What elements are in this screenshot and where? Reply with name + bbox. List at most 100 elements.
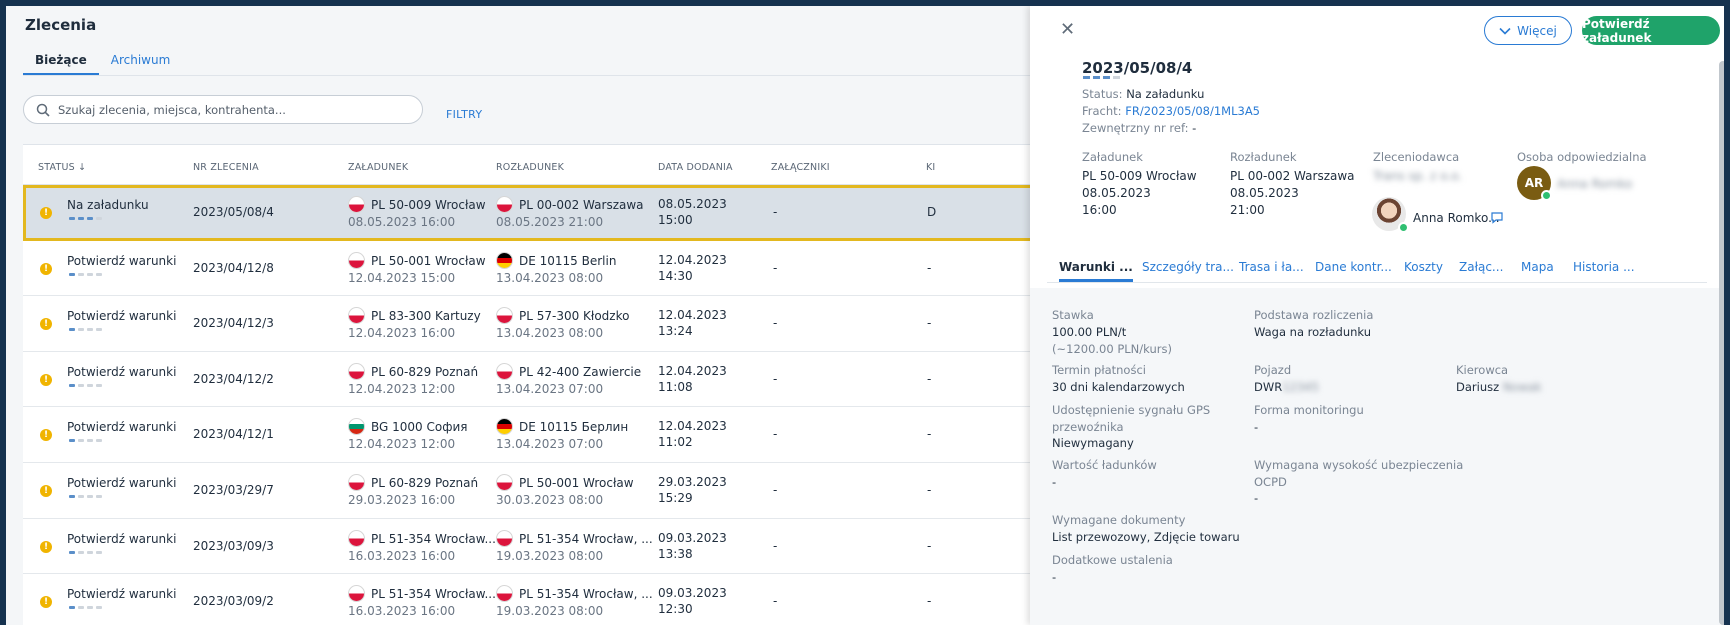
unloading-date: 13.04.2023 08:00 [496,270,604,285]
header-date-added[interactable]: DATA DODANIA [658,162,733,173]
order-number[interactable]: 2023/04/12/3 [193,316,274,330]
tab-contractor-data[interactable]: Dane kontr... [1315,260,1392,274]
payment-value: 30 dni kalendarzowych [1052,380,1185,394]
loading-place: PL 51-354 Wrocław... [348,529,496,547]
freight-link[interactable]: FR/2023/05/08/1ML3A5 [1125,104,1260,118]
attachments: - [773,260,778,275]
search-icon [36,103,50,117]
search-input[interactable] [58,102,398,117]
table-row[interactable]: ! Potwierdź warunki 2023/03/09/3 PL 51-3… [23,518,1036,575]
payment-label: Termin płatności [1052,363,1146,377]
table-row[interactable]: ! Potwierdź warunki 2023/04/12/3 PL 83-3… [23,296,1036,352]
loading-date: 12.04.2023 12:00 [348,381,456,396]
chat-icon[interactable] [1490,211,1504,224]
flag-icon [496,251,513,269]
tab-current[interactable]: Bieżące [23,48,99,76]
header-order-no[interactable]: NR ZLECENIA [193,162,259,173]
extra-column: - [927,594,932,609]
tab-history[interactable]: Historia ... [1573,260,1635,274]
flag-icon [496,473,513,491]
order-number[interactable]: 2023/04/12/8 [193,261,274,275]
owner-name: Anna Romko [1557,177,1633,191]
confirm-loading-button[interactable]: Potwierdź załadunek [1582,16,1720,45]
date-added: 12.04.2023 [658,419,727,434]
unloading-place: PL 42-400 Zawiercie [496,362,641,380]
order-status-value: Na załadunku [1126,87,1205,101]
table-row[interactable]: ! Potwierdź warunki 2023/04/12/8 PL 50-0… [23,240,1036,297]
table-row[interactable]: ! Potwierdź warunki 2023/03/29/7 PL 60-8… [23,462,1036,519]
client-label: Zleceniodawca [1373,150,1460,164]
tab-archive[interactable]: Archiwum [99,48,183,76]
warning-icon: ! [40,318,52,331]
status-progress [69,550,102,554]
client-value: Trans sp. z o.o. [1373,169,1463,183]
header-extra[interactable]: KI [926,162,935,173]
additional-value: - [1052,570,1057,584]
header-loading[interactable]: ZAŁADUNEK [348,162,408,173]
table-row[interactable]: ! Potwierdź warunki 2023/04/12/1 BG 1000… [23,407,1036,463]
order-external-ref: Zewnętrzny nr ref: - [1082,121,1197,135]
filters-button[interactable]: FILTRY [446,108,482,121]
status-progress [69,383,102,387]
rate-label: Stawka [1052,308,1094,322]
tab-attachments[interactable]: Załąc... [1459,260,1503,274]
order-number[interactable]: 2023/03/09/2 [193,594,274,608]
table-row[interactable]: ! Potwierdź warunki 2023/04/12/2 PL 60-8… [23,351,1036,408]
flag-icon [496,196,513,213]
detail-tabs: Warunki ... Szczegóły tra... Trasa i ła.… [1047,254,1707,283]
driver-value: Dariusz Nowak [1456,380,1542,394]
monitoring-value: - [1254,420,1259,434]
loading-time: 16:00 [1082,203,1117,217]
tab-transport-details[interactable]: Szczegóły tra... [1142,260,1234,274]
vehicle-value: DWR12345 [1254,380,1319,394]
unloading-place: DE 10115 Berlin [496,251,616,269]
order-number[interactable]: 2023/05/08/4 [193,205,274,219]
flag-icon [496,585,513,603]
order-number[interactable]: 2023/03/09/3 [193,539,274,553]
status-text: Potwierdź warunki [67,531,177,546]
order-number[interactable]: 2023/03/29/7 [193,483,274,497]
order-detail-panel: ✕ Więcej Potwierdź załadunek 2023/05/08/… [1030,6,1724,625]
tab-conditions[interactable]: Warunki ... [1059,260,1133,282]
table-row[interactable]: ! Na załadunku 2023/05/08/4 PL 50-009 Wr… [23,185,1036,241]
loading-date: 12.04.2023 15:00 [348,270,456,285]
loading-date: 12.04.2023 12:00 [348,437,456,452]
status-progress [69,439,102,443]
search-box[interactable] [23,95,423,124]
tab-route[interactable]: Trasa i ła... [1239,260,1304,274]
time-added: 15:00 [658,213,693,227]
gps-label: Udostępnienie sygnału GPS przewoźnika [1052,403,1211,434]
loading-place: PL 83-300 Kartuzy [348,307,481,325]
insurance-label: Wymagana wysokość ubezpieczenia OCPD [1254,458,1464,489]
detail-scrollbar[interactable] [1719,61,1724,625]
header-attachments[interactable]: ZAŁĄCZNIKI [771,162,830,173]
attachments: - [773,316,778,331]
flag-icon [348,251,365,269]
order-number[interactable]: 2023/04/12/1 [193,427,274,441]
orders-table: STATUS ↓ NR ZLECENIA ZAŁADUNEK ROZŁADUNE… [23,144,1036,625]
unloading-place: PL 00-002 Warszawa [1230,169,1355,183]
time-added: 11:08 [658,379,693,394]
loading-date: 29.03.2023 16:00 [348,492,456,507]
close-icon[interactable]: ✕ [1060,19,1075,40]
loading-place: BG 1000 София [348,418,468,436]
tab-costs[interactable]: Koszty [1404,260,1443,274]
more-button[interactable]: Więcej [1484,16,1572,45]
unloading-place: PL 00-002 Warszawa [496,196,644,213]
table-row[interactable]: ! Potwierdź warunki 2023/03/09/2 PL 51-3… [23,574,1036,625]
header-status[interactable]: STATUS ↓ [38,162,86,173]
order-number[interactable]: 2023/04/12/2 [193,372,274,386]
extra-column: - [927,482,932,497]
tab-map[interactable]: Mapa [1521,260,1554,274]
insurance-value: - [1254,491,1259,505]
header-unloading[interactable]: ROZŁADUNEK [496,162,564,173]
loading-date: 16.03.2023 16:00 [348,548,456,563]
date-added: 09.03.2023 [658,586,727,601]
date-added: 09.03.2023 [658,530,727,545]
attachments: - [773,538,778,553]
time-added: 14:30 [658,268,693,283]
time-added: 15:29 [658,490,693,505]
basis-label: Podstawa rozliczenia [1254,308,1374,322]
status-text: Potwierdź warunki [67,364,177,379]
contact-name[interactable]: Anna Romko... [1413,210,1500,227]
